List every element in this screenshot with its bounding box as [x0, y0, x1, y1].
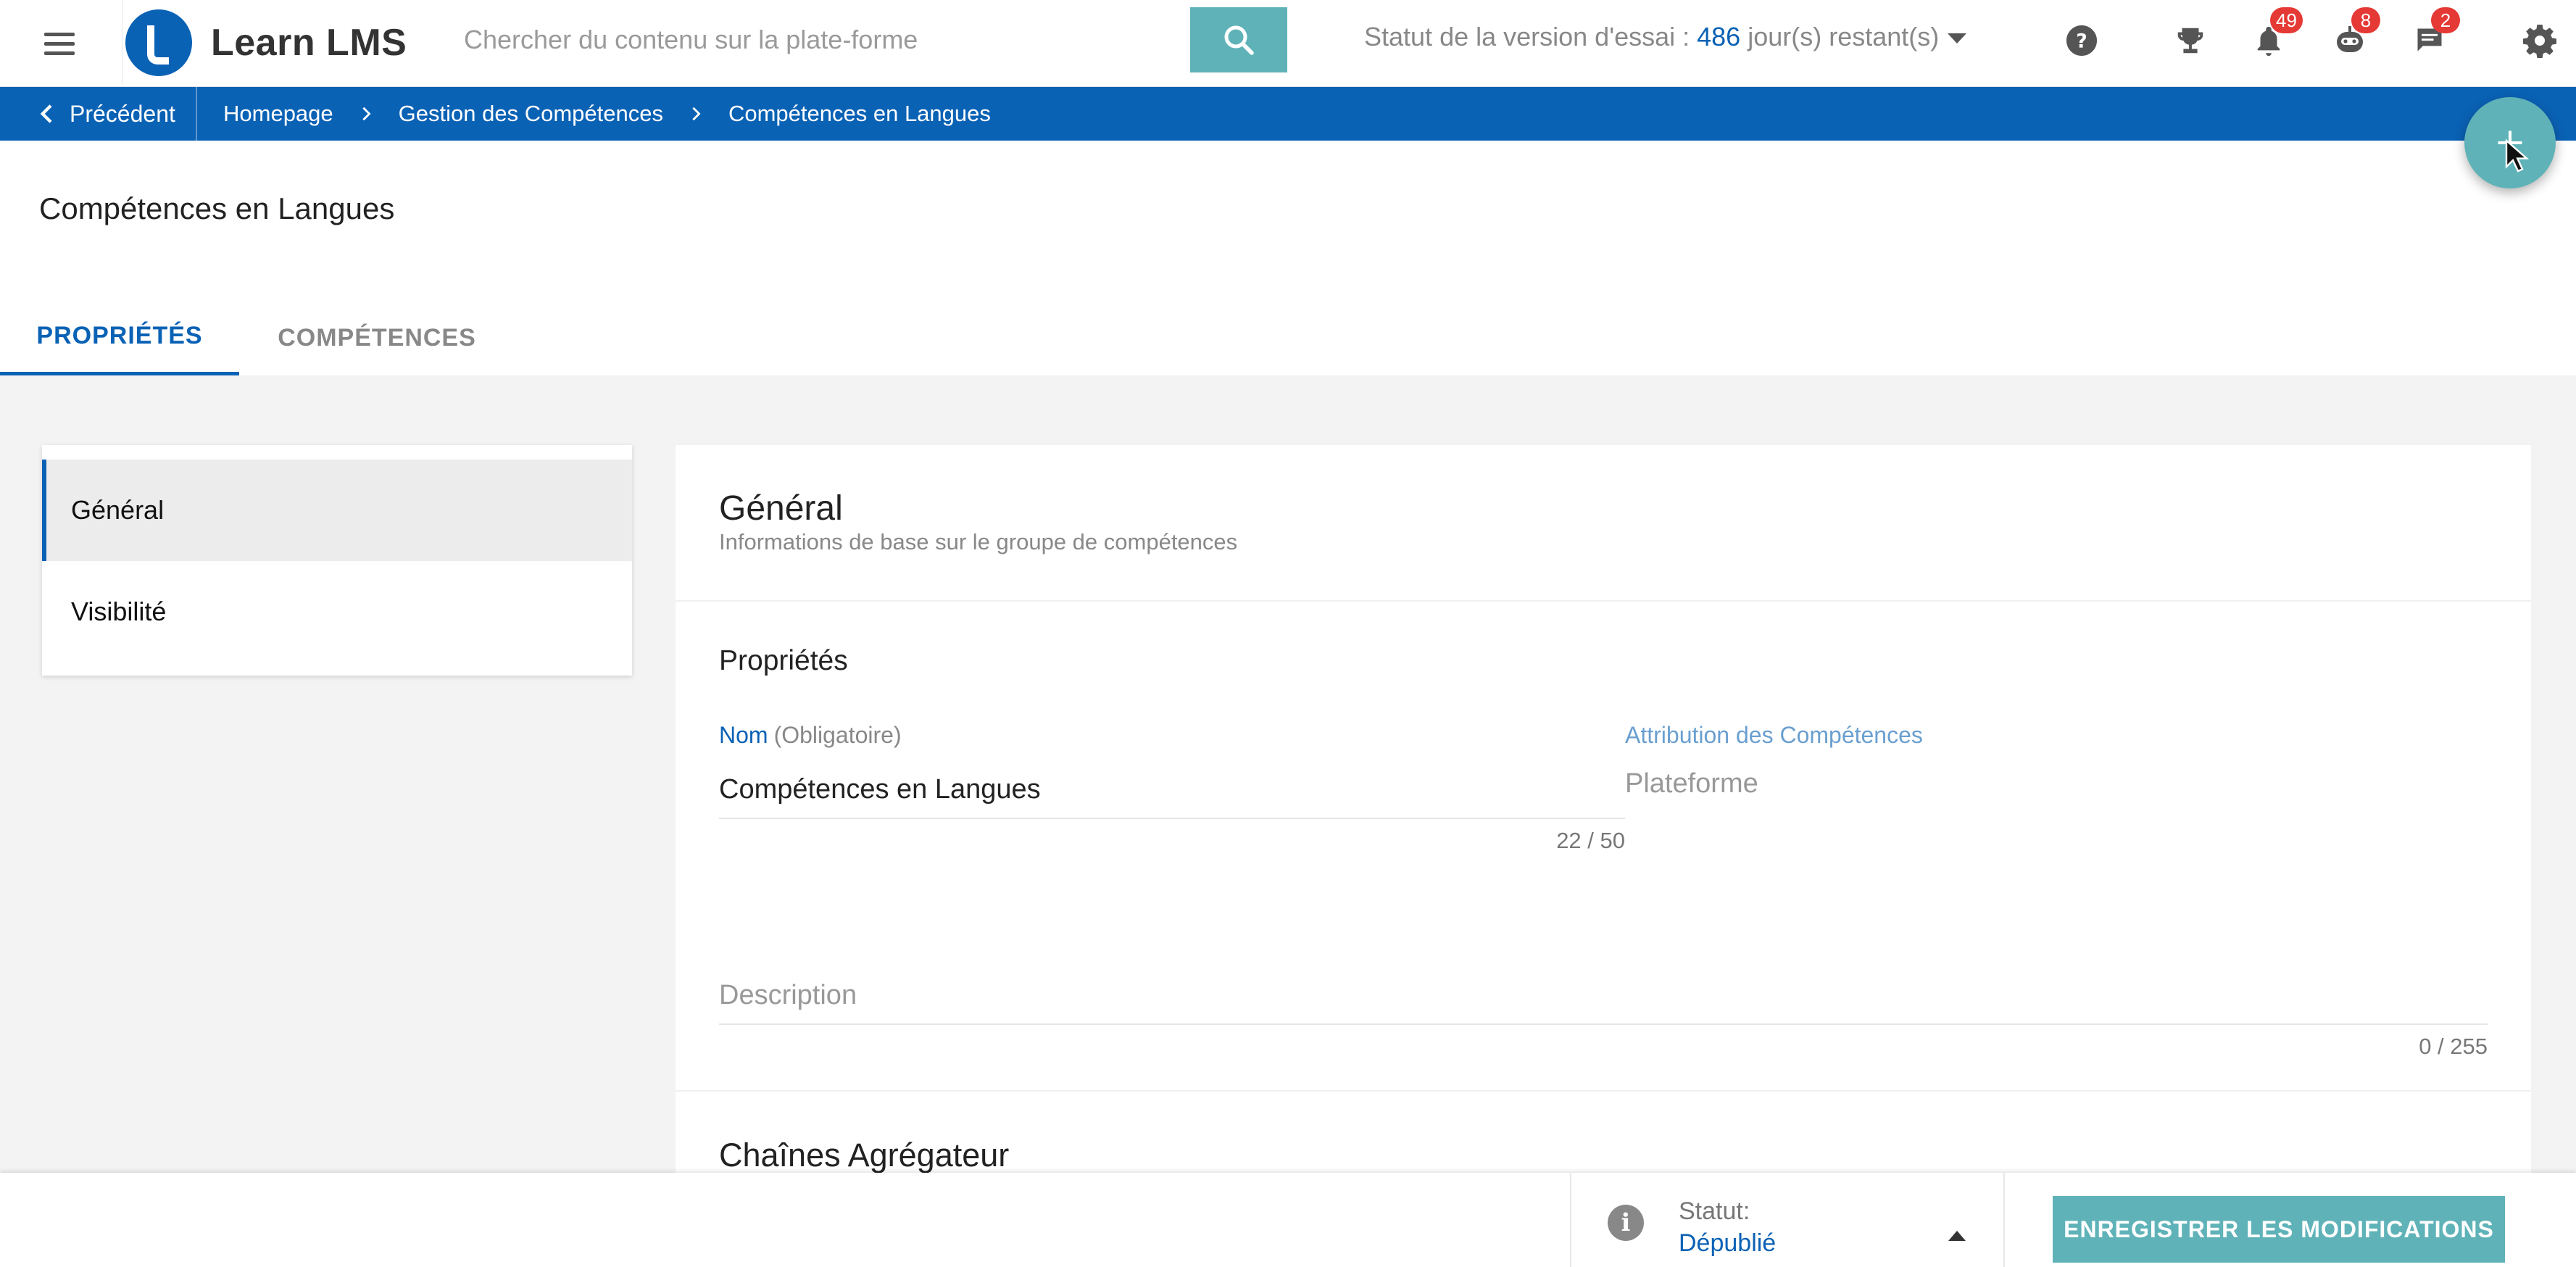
properties-title: Propriétés: [719, 645, 848, 676]
cursor-icon: [2505, 139, 2530, 173]
side-nav-item-visibility[interactable]: Visibilité: [42, 561, 632, 662]
trial-days: 486: [1697, 22, 1741, 51]
name-field[interactable]: [719, 761, 1625, 819]
caret-up-icon[interactable]: [1948, 1231, 1966, 1241]
back-divider: [196, 87, 197, 141]
name-char-counter: 22 / 50: [1556, 828, 1625, 853]
section-title: Général: [719, 489, 843, 528]
required-hint: (Obligatoire): [773, 722, 902, 748]
tab-skills[interactable]: COMPÉTENCES: [239, 300, 515, 375]
description-field[interactable]: [719, 967, 2488, 1025]
gear-icon: [2523, 25, 2556, 58]
breadcrumb-item-current: Compétences en Langues: [728, 101, 991, 126]
menu-icon[interactable]: [38, 22, 81, 65]
search-icon: [1224, 25, 1254, 55]
attribution-value: Plateforme: [1625, 768, 1758, 799]
attribution-label: Attribution des Compétences: [1625, 722, 1923, 748]
app-name: Learn LMS: [211, 22, 407, 64]
bot-button[interactable]: 8: [2328, 7, 2380, 62]
breadcrumb: Homepage Gestion des Compétences Compéte…: [223, 87, 991, 141]
tab-properties[interactable]: PROPRIÉTÉS: [0, 300, 239, 375]
side-nav: Général Visibilité: [42, 445, 632, 676]
side-nav-item-general[interactable]: Général: [42, 460, 632, 561]
status-value: Dépublié: [1679, 1229, 1777, 1257]
trial-suffix: jour(s) restant(s): [1740, 22, 1940, 51]
name-label-text: Nom: [719, 722, 768, 748]
divider: [676, 1090, 2531, 1092]
name-label: Nom (Obligatoire): [719, 722, 902, 749]
save-button[interactable]: ENREGISTRER LES MODIFICATIONS: [2053, 1196, 2505, 1263]
description-char-counter: 0 / 255: [2419, 1034, 2488, 1059]
divider: [676, 600, 2531, 602]
chevron-right-icon: [692, 107, 701, 121]
trial-prefix: Statut de la version d'essai :: [1364, 22, 1698, 51]
back-button[interactable]: Précédent: [36, 87, 175, 141]
page-title: Compétences en Langues: [39, 191, 395, 225]
notifications-button[interactable]: 49: [2247, 7, 2303, 62]
breadcrumb-bar: Précédent Homepage Gestion des Compétenc…: [0, 87, 2576, 141]
help-button[interactable]: ?: [2060, 19, 2103, 62]
tab-bar: PROPRIÉTÉS COMPÉTENCES: [0, 300, 515, 375]
top-bar: Learn LMS Statut de la version d'essai :…: [0, 0, 2576, 87]
help-icon: ?: [2066, 25, 2098, 57]
chevron-left-icon: [40, 104, 52, 123]
settings-button[interactable]: [2518, 19, 2562, 62]
search-input[interactable]: [436, 7, 1190, 72]
caret-down-icon: [1948, 33, 1967, 44]
chevron-right-icon: [362, 107, 371, 121]
aggregator-title: Chaînes Agrégateur: [719, 1137, 1010, 1173]
logo-icon: [125, 9, 192, 76]
info-icon[interactable]: i: [1608, 1205, 1644, 1241]
status-selector[interactable]: i Statut: Dépublié: [1570, 1173, 2005, 1267]
breadcrumb-item-homepage[interactable]: Homepage: [223, 101, 333, 127]
status-label: Statut:: [1679, 1197, 1750, 1225]
logo[interactable]: Learn LMS: [122, 0, 435, 86]
page-header: Compétences en Langues PROPRIÉTÉS COMPÉT…: [0, 141, 2576, 375]
trial-status[interactable]: Statut de la version d'essai : 486 jour(…: [1364, 22, 1967, 52]
trophy-button[interactable]: [2169, 19, 2212, 62]
notifications-badge: 49: [2270, 7, 2303, 33]
breadcrumb-item-skills-management[interactable]: Gestion des Compétences: [399, 101, 663, 127]
messages-button[interactable]: 2: [2408, 7, 2460, 62]
back-label: Précédent: [70, 100, 175, 127]
trophy-icon: [2177, 28, 2203, 54]
section-subtitle: Informations de base sur le groupe de co…: [719, 529, 1238, 554]
search-button[interactable]: [1190, 7, 1287, 72]
general-panel: Général Informations de base sur le grou…: [676, 445, 2531, 1267]
svg-text:?: ?: [2076, 30, 2087, 53]
bot-badge: 8: [2351, 7, 2380, 33]
messages-badge: 2: [2431, 7, 2460, 33]
footer-bar: i Statut: Dépublié ENREGISTRER LES MODIF…: [0, 1173, 2576, 1267]
